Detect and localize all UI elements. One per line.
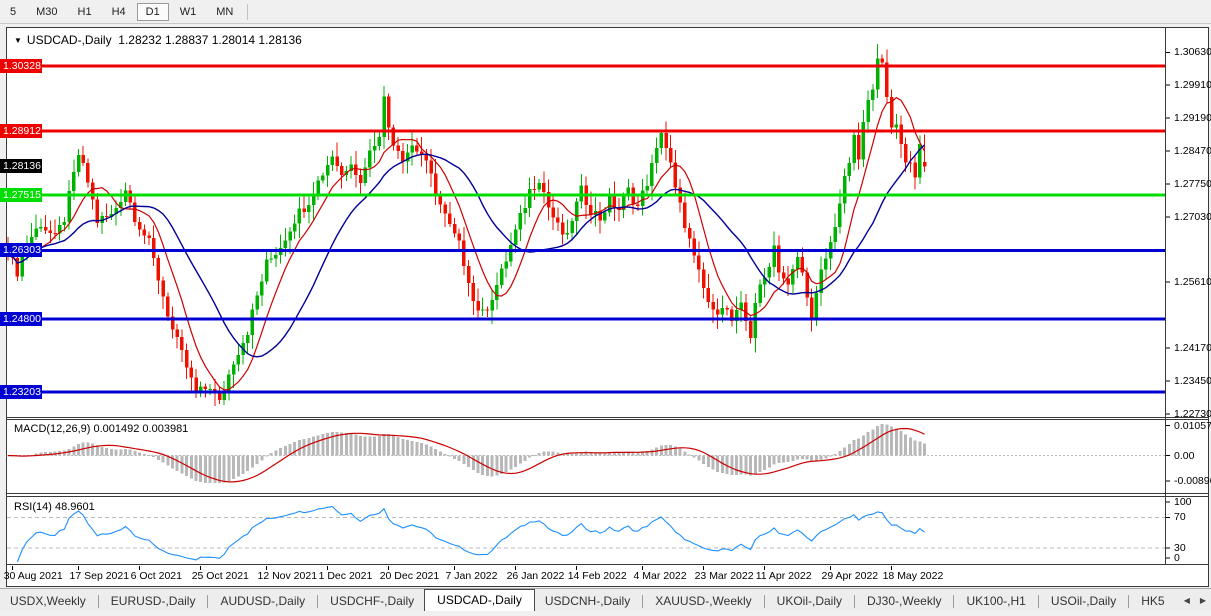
price-axis-tick[interactable]: 1.29190 [1174,112,1211,124]
chart-tab-audusd-daily[interactable]: AUDUSD-,Daily [210,591,315,612]
chart-tab-xauusd-weekly[interactable]: XAUUSD-,Weekly [645,591,761,612]
price-level-badge: 1.23203 [0,385,42,400]
price-axis-tick[interactable]: 1.25610 [1174,276,1211,288]
tab-separator [1128,595,1130,608]
price-level-badge: 1.28136 [0,159,42,174]
chart-tab-hk5[interactable]: HK5 [1131,591,1174,612]
tab-separator [207,595,209,608]
price-axis-tick[interactable]: 1.28470 [1174,145,1211,157]
date-axis-tick[interactable]: 7 Jan 2022 [446,570,498,582]
price-axis-tick[interactable]: 1.22730 [1174,408,1211,420]
bottom-strip [0,611,1211,616]
date-axis-tick[interactable]: 18 May 2022 [883,570,944,582]
price-level-badge: 1.28912 [0,123,42,138]
mt4-application: 5 M30 H1 H4 D1 W1 MN ▼ USDCAD-,Daily 1.28232 1.… [0,0,1211,616]
date-axis-tick[interactable]: 30 Aug 2021 [4,570,63,582]
chart-tab-bar: USDX,Weekly EURUSD-,Daily AUDUSD-,Daily USD… [0,588,1211,612]
chart-tab-usdchf-daily[interactable]: USDCHF-,Daily [320,591,424,612]
tab-separator [953,595,955,608]
date-axis-tick[interactable]: 4 Mar 2022 [634,570,687,582]
chart-tab-usdcnh-daily[interactable]: USDCNH-,Daily [535,591,640,612]
chart-tab-eurusd-daily[interactable]: EURUSD-,Daily [101,591,206,612]
chart-tab-usdcad-daily[interactable]: USDCAD-,Daily [424,589,535,612]
tab-separator [1037,595,1039,608]
chart-tab-usdx-weekly[interactable]: USDX,Weekly [0,591,96,612]
date-axis-tick[interactable]: 25 Oct 2021 [192,570,249,582]
date-axis-tick[interactable]: 12 Nov 2021 [258,570,318,582]
rsi-indicator-value: 48.9601 [54,501,95,513]
date-axis-tick[interactable]: 6 Oct 2021 [131,570,182,582]
chart-tab-usoil-daily[interactable]: USOil-,Daily [1041,591,1126,612]
chart-title-symbol: USDCAD-,Daily [26,33,112,47]
chart-title-ohlc: 1.28232 1.28837 1.28014 1.28136 [118,33,302,47]
symbol-dropdown-icon: ▼ [14,36,22,45]
date-axis-tick[interactable]: 29 Apr 2022 [822,570,879,582]
price-level-badge: 1.26303 [0,243,42,258]
rsi-axis-tick[interactable]: 100 [1174,496,1192,508]
price-level-badge: 1.27515 [0,187,42,202]
price-axis-tick[interactable]: 1.27030 [1174,211,1211,223]
price-axis-tick[interactable]: 1.23450 [1174,375,1211,387]
chart-tab-uk100-h1[interactable]: UK100-,H1 [956,591,1035,612]
tab-separator [97,595,99,608]
price-level-badge: 1.30328 [0,59,42,74]
macd-panel-label: MACD(12,26,9) 0.001492 0.003981 [14,423,188,435]
chart-title: ▼ USDCAD-,Daily 1.28232 1.28837 1.28014 1… [14,33,302,47]
rsi-axis-tick[interactable]: 70 [1174,511,1186,523]
scroll-left-icon[interactable]: ◀ [1179,596,1195,605]
rsi-panel-label: RSI(14) 48.9601 [14,501,95,513]
price-axis-tick[interactable]: 1.29910 [1174,79,1211,91]
macd-axis-tick[interactable]: 0.010578 [1174,420,1211,432]
price-chart-canvas[interactable] [0,0,1211,616]
tab-separator [854,595,856,608]
tab-separator [317,595,319,608]
price-level-badge: 1.24800 [0,312,42,327]
chart-tab-dj30-weekly[interactable]: DJ30-,Weekly [857,591,951,612]
date-axis-tick[interactable]: 1 Dec 2021 [319,570,373,582]
tab-separator [763,595,765,608]
date-axis-tick[interactable]: 26 Jan 2022 [507,570,565,582]
date-axis-tick[interactable]: 23 Mar 2022 [695,570,754,582]
date-axis-tick[interactable]: 17 Sep 2021 [70,570,130,582]
macd-axis-tick[interactable]: -0.00896 [1174,475,1211,487]
price-axis-tick[interactable]: 1.30630 [1174,46,1211,58]
price-axis-tick[interactable]: 1.27750 [1174,178,1211,190]
tab-separator [642,595,644,608]
rsi-axis-tick[interactable]: 0 [1174,552,1180,564]
rsi-indicator-name: RSI(14) [14,501,52,513]
macd-indicator-values: 0.001492 0.003981 [93,423,189,435]
chart-tab-ukoil-daily[interactable]: UKOil-,Daily [767,591,852,612]
date-axis-tick[interactable]: 11 Apr 2022 [756,570,812,582]
tab-scroll-arrows: ◀ ▶ [1179,589,1211,612]
macd-axis-tick[interactable]: 0.00 [1174,450,1194,462]
date-axis-tick[interactable]: 20 Dec 2021 [380,570,440,582]
date-axis-tick[interactable]: 14 Feb 2022 [568,570,627,582]
price-axis-tick[interactable]: 1.24170 [1174,342,1211,354]
scroll-right-icon[interactable]: ▶ [1195,596,1211,605]
macd-indicator-name: MACD(12,26,9) [14,423,91,435]
